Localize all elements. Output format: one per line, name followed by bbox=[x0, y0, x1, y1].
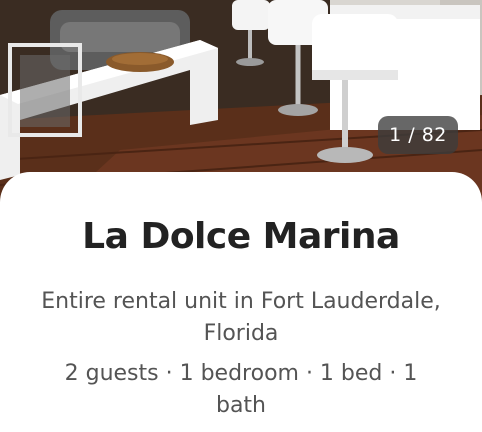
listing-subtitle: Entire rental unit in Fort Lauderdale, F… bbox=[41, 289, 441, 346]
listing-details-sheet: La Dolce Marina Entire rental unit in Fo… bbox=[0, 172, 482, 432]
listing-screen: 1 / 82 La Dolce Marina Entire rental uni… bbox=[0, 0, 482, 432]
photo-counter-separator: / bbox=[401, 124, 422, 146]
listing-facts: 2 guests · 1 bedroom · 1 bed · 1 bath bbox=[64, 361, 418, 418]
listing-title: La Dolce Marina bbox=[82, 216, 400, 257]
photo-counter-current: 1 bbox=[389, 124, 402, 146]
photo-counter-badge: 1 / 82 bbox=[378, 116, 458, 154]
photo-counter-total: 82 bbox=[421, 124, 447, 146]
